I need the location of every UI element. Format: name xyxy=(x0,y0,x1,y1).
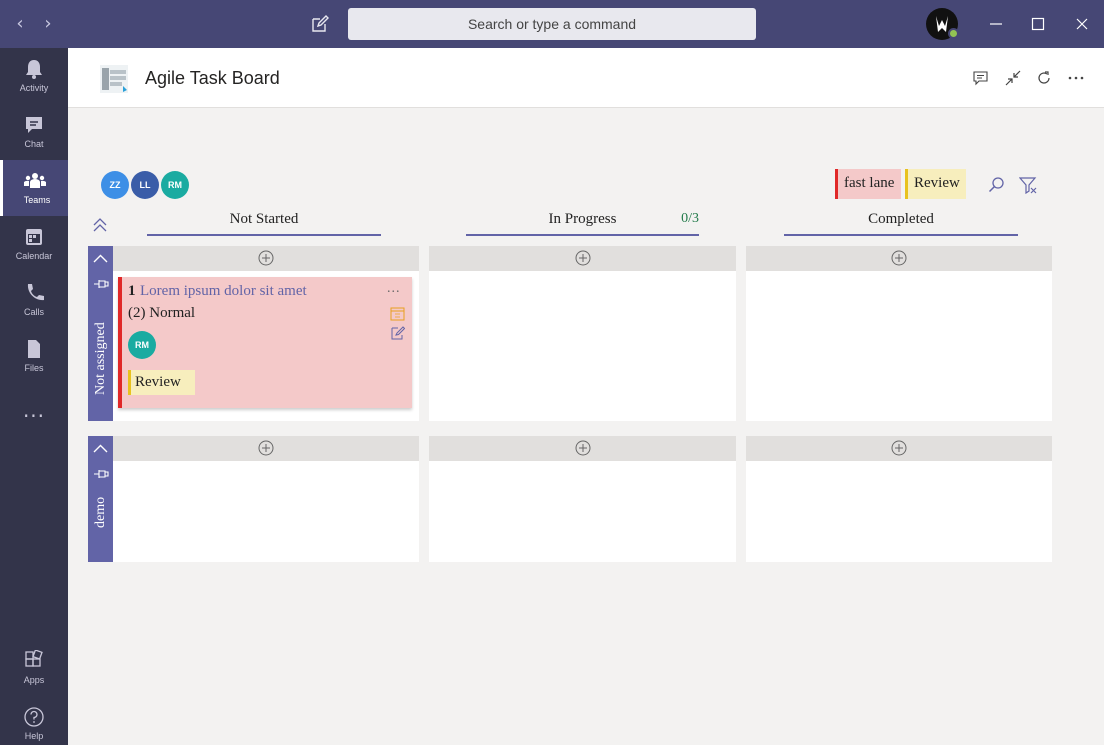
app-header: Agile Task Board xyxy=(68,48,1104,108)
apps-icon xyxy=(25,650,43,667)
lane-title: demo xyxy=(93,496,108,528)
card-priority: (2) Normal xyxy=(128,305,196,321)
rail-label: Calls xyxy=(23,307,44,317)
close-icon[interactable] xyxy=(1072,14,1092,34)
filter-clear-icon[interactable] xyxy=(1019,176,1037,194)
card-id: 1 xyxy=(128,283,136,299)
legend-fast-lane[interactable]: fast lane xyxy=(835,169,901,199)
rail-item-activity[interactable]: Activity xyxy=(0,48,68,104)
edit-icon[interactable] xyxy=(390,326,405,341)
due-date-icon[interactable] xyxy=(390,306,405,321)
title-bar: ‹ › Search or type a command xyxy=(0,0,1104,48)
add-card-icon[interactable] xyxy=(258,440,274,456)
rail-label: Activity xyxy=(19,83,49,93)
rail-label: Apps xyxy=(23,675,45,685)
rail-item-apps[interactable]: Apps xyxy=(0,640,68,696)
add-card-bar[interactable] xyxy=(429,436,736,461)
member-avatar[interactable]: LL xyxy=(131,171,159,199)
rail-label: Teams xyxy=(23,195,51,205)
rail-label: Help xyxy=(24,731,44,741)
add-card-bar[interactable] xyxy=(746,246,1052,271)
rail-item-calendar[interactable]: Calendar xyxy=(0,216,68,272)
rail-label: Chat xyxy=(24,139,44,149)
collapse-lane-icon[interactable] xyxy=(92,442,109,456)
refresh-icon[interactable] xyxy=(1035,69,1053,87)
add-card-icon[interactable] xyxy=(891,440,907,456)
collapse-lane-icon[interactable] xyxy=(92,252,109,266)
add-card-bar[interactable] xyxy=(429,246,736,271)
add-card-icon[interactable] xyxy=(575,440,591,456)
add-card-icon[interactable] xyxy=(575,250,591,266)
column-title: In Progress xyxy=(548,211,617,227)
back-arrow-icon[interactable]: ‹ xyxy=(12,14,28,34)
calendar-icon xyxy=(26,229,42,245)
help-icon xyxy=(24,707,44,727)
conversation-icon[interactable] xyxy=(972,69,990,87)
compose-icon[interactable] xyxy=(310,14,330,34)
board-cell xyxy=(746,436,1052,562)
column-title: Not Started xyxy=(229,211,299,227)
card-title[interactable]: Lorem ipsum dolor sit amet xyxy=(140,283,307,300)
lane-title: Not assigned xyxy=(93,322,108,396)
chat-icon xyxy=(26,117,42,133)
rail-item-teams[interactable]: Teams xyxy=(0,160,68,216)
member-avatar[interactable]: RM xyxy=(161,171,189,199)
add-card-bar[interactable] xyxy=(113,436,419,461)
rail-item-chat[interactable]: Chat xyxy=(0,104,68,160)
forward-arrow-icon[interactable]: › xyxy=(40,14,56,34)
board-cell xyxy=(113,436,419,562)
add-card-bar[interactable] xyxy=(113,246,419,271)
app-logo-icon xyxy=(100,65,128,93)
column-header-not-started: Not Started xyxy=(147,210,381,236)
pin-icon[interactable] xyxy=(93,468,109,480)
search-input[interactable]: Search or type a command xyxy=(348,8,756,40)
add-card-icon[interactable] xyxy=(891,250,907,266)
rail-item-files[interactable]: Files xyxy=(0,328,68,384)
column-header-completed: Completed xyxy=(784,210,1018,236)
column-header-in-progress: In Progress 0/3 xyxy=(466,210,699,236)
bell-icon xyxy=(26,60,42,79)
board-cell xyxy=(429,436,736,562)
column-title: Completed xyxy=(868,211,934,227)
card-more-icon[interactable]: ... xyxy=(387,281,401,297)
maximize-icon[interactable] xyxy=(1028,14,1048,34)
pin-icon[interactable] xyxy=(93,278,109,290)
page-title: Agile Task Board xyxy=(145,68,280,88)
phone-icon xyxy=(27,284,44,301)
collapse-view-icon[interactable] xyxy=(1004,69,1022,87)
add-card-icon[interactable] xyxy=(258,250,274,266)
board-cell xyxy=(429,246,736,421)
board-cell xyxy=(746,246,1052,421)
teams-icon xyxy=(24,173,46,188)
more-options-icon[interactable] xyxy=(1067,69,1085,87)
assignee-avatar[interactable]: RM xyxy=(128,331,156,359)
presence-status-icon xyxy=(948,28,959,39)
task-card[interactable]: 1 Lorem ipsum dolor sit amet (2) Normal … xyxy=(118,277,412,408)
lane-header-demo: demo xyxy=(88,436,113,562)
file-icon xyxy=(28,340,40,358)
more-apps-icon[interactable]: ... xyxy=(0,398,68,422)
member-avatar[interactable]: ZZ xyxy=(101,171,129,199)
search-icon[interactable] xyxy=(987,176,1005,194)
minimize-icon[interactable] xyxy=(986,14,1006,34)
card-tag: Review xyxy=(128,370,195,395)
lane-header-not-assigned: Not assigned xyxy=(88,246,113,421)
rail-label: Files xyxy=(24,363,44,373)
rail-item-calls[interactable]: Calls xyxy=(0,272,68,328)
rail-label: Calendar xyxy=(15,251,53,261)
collapse-all-lanes-icon[interactable] xyxy=(91,216,109,234)
add-card-bar[interactable] xyxy=(746,436,1052,461)
wip-limit: 0/3 xyxy=(681,211,699,226)
legend-review[interactable]: Review xyxy=(905,169,966,199)
app-rail: Activity Chat Teams Calendar Calls Files… xyxy=(0,48,68,745)
rail-item-help[interactable]: Help xyxy=(0,696,68,745)
